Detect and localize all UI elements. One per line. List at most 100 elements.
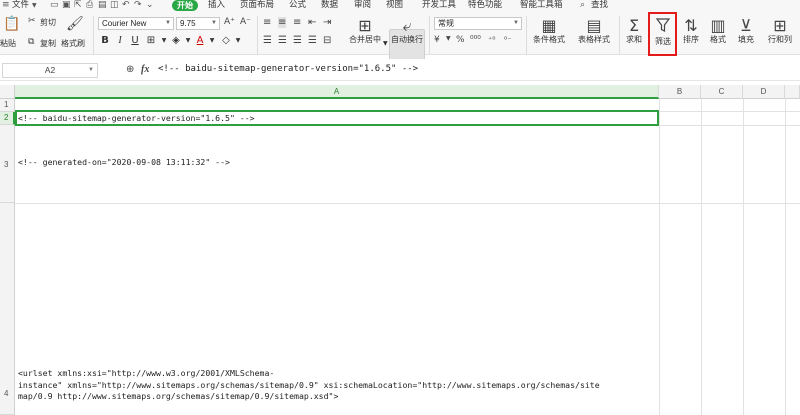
copy-icon[interactable]: ⧉ bbox=[28, 37, 34, 47]
column-header-c[interactable]: C bbox=[701, 85, 743, 99]
new-file-icon[interactable]: ▭ bbox=[50, 0, 59, 11]
tab-page-layout[interactable]: 页面布局 bbox=[240, 0, 274, 11]
chevron-down-icon[interactable]: ▼ bbox=[206, 35, 218, 47]
number-format-select[interactable]: 常规 ▼ bbox=[434, 17, 522, 30]
export-icon[interactable]: ⇱ bbox=[74, 0, 82, 11]
paste-icon[interactable]: 📋 bbox=[3, 16, 20, 32]
row-header-1[interactable]: 1 bbox=[0, 99, 15, 112]
chevron-down-icon[interactable]: ▼ bbox=[32, 0, 37, 11]
tab-smart-tools[interactable]: 智能工具箱 bbox=[520, 0, 563, 11]
tab-view[interactable]: 视图 bbox=[386, 0, 403, 11]
sort-label: 排序 bbox=[683, 35, 699, 44]
align-top-icon[interactable]: ≡ bbox=[263, 17, 271, 28]
divider bbox=[429, 16, 430, 54]
cell-a3[interactable]: <!-- generated-on="2020-09-08 13:11:32" … bbox=[18, 157, 230, 169]
row-col-icon: ⊞ bbox=[773, 16, 787, 35]
divider bbox=[619, 16, 620, 54]
tab-data[interactable]: 数据 bbox=[321, 0, 338, 11]
preview-icon[interactable]: ▤ bbox=[98, 0, 107, 11]
cell-a4[interactable]: <urlset xmlns:xsi="http://www.w3.org/200… bbox=[18, 368, 600, 403]
tab-special[interactable]: 特色功能 bbox=[468, 0, 502, 11]
sum-button[interactable]: Σ 求和 bbox=[622, 17, 646, 45]
column-header-b[interactable]: B bbox=[659, 85, 701, 99]
increase-decimal-icon[interactable]: ⁺⁰ bbox=[488, 35, 495, 44]
column-header-a[interactable]: A bbox=[15, 85, 659, 99]
chevron-down-icon: ▼ bbox=[211, 20, 217, 26]
tab-review[interactable]: 审阅 bbox=[354, 0, 371, 11]
italic-icon[interactable]: I bbox=[114, 35, 126, 47]
column-header-e[interactable] bbox=[785, 85, 800, 99]
chevron-down-icon[interactable]: ▼ bbox=[182, 35, 194, 47]
search-label[interactable]: 查找 bbox=[591, 0, 608, 11]
select-all-corner[interactable] bbox=[0, 85, 15, 99]
tab-developer[interactable]: 开发工具 bbox=[422, 0, 456, 11]
cut-button[interactable]: 剪切 bbox=[40, 18, 56, 28]
tab-formulas[interactable]: 公式 bbox=[289, 0, 306, 11]
fx-icon[interactable]: fx bbox=[141, 63, 149, 76]
column-header-d[interactable]: D bbox=[743, 85, 785, 99]
justify-icon[interactable]: ☰ bbox=[308, 35, 317, 46]
chevron-down-icon[interactable]: ▼ bbox=[158, 35, 170, 47]
indent-decrease-icon[interactable]: ⇤ bbox=[308, 17, 316, 28]
align-right-icon[interactable]: ☰ bbox=[293, 35, 302, 46]
percent-icon[interactable]: % bbox=[456, 35, 465, 45]
print-icon[interactable]: ⎙ bbox=[86, 0, 93, 11]
font-name-select[interactable]: Courier New ▼ bbox=[98, 17, 174, 30]
row-header-4[interactable]: 4 bbox=[0, 203, 15, 415]
sort-button[interactable]: ⇅ 排序 bbox=[679, 17, 703, 45]
row-header-3[interactable]: 3 bbox=[0, 125, 15, 203]
font-color-icon[interactable]: A bbox=[194, 35, 206, 47]
align-middle-icon[interactable]: ≡ bbox=[278, 17, 287, 28]
spellcheck-icon[interactable]: ◫ bbox=[110, 0, 119, 11]
menu-file[interactable]: 文件 bbox=[12, 0, 29, 11]
format-painter-button[interactable]: 格式刷 bbox=[61, 39, 85, 49]
merge-center-button[interactable]: ⊞ 合并居中 bbox=[345, 17, 385, 45]
format-button[interactable]: ▥ 格式 bbox=[705, 17, 731, 45]
scissors-icon[interactable]: ✂ bbox=[28, 16, 36, 26]
fill-color-icon[interactable]: ◈ bbox=[170, 35, 182, 47]
underline-icon[interactable]: U bbox=[129, 35, 141, 47]
fill-button[interactable]: ⊻ 填充 bbox=[733, 17, 759, 45]
clear-icon[interactable]: ◇ bbox=[220, 35, 232, 47]
border-icon[interactable]: ⊞ bbox=[145, 35, 157, 47]
name-box[interactable]: A2 ▼ bbox=[2, 63, 98, 78]
sort-icon: ⇅ bbox=[684, 16, 698, 35]
chevron-down-icon: ▼ bbox=[88, 67, 94, 73]
undo-icon[interactable]: ↶ bbox=[122, 0, 130, 11]
font-grow-icon[interactable]: A⁺ bbox=[224, 17, 235, 27]
align-center-icon[interactable]: ☰ bbox=[278, 35, 287, 46]
chevron-down-icon[interactable]: ▼ bbox=[446, 35, 451, 42]
row-header-2[interactable]: 2 bbox=[0, 112, 15, 125]
save-icon[interactable]: ▣ bbox=[62, 0, 71, 11]
conditional-format-button[interactable]: ▦ 条件格式 bbox=[528, 17, 570, 45]
formula-input[interactable]: <!-- baidu-sitemap-generator-version="1.… bbox=[158, 63, 418, 76]
align-left-icon[interactable]: ☰ bbox=[263, 35, 272, 46]
align-bottom-icon[interactable]: ≡ bbox=[293, 17, 301, 28]
paste-button[interactable]: 粘贴 bbox=[0, 39, 16, 49]
currency-icon[interactable]: ¥ bbox=[434, 35, 440, 45]
row-col-button[interactable]: ⊞ 行和列 bbox=[762, 17, 798, 45]
copy-button[interactable]: 复制 bbox=[40, 39, 56, 49]
table-style-button[interactable]: ▤ 表格样式 bbox=[572, 17, 616, 45]
chevron-down-icon[interactable]: ▼ bbox=[383, 39, 388, 49]
indent-increase-icon[interactable]: ⇥ bbox=[323, 17, 331, 28]
chevron-down-icon[interactable]: ▼ bbox=[232, 35, 244, 47]
font-size-select[interactable]: 9.75 ▼ bbox=[176, 17, 220, 30]
tab-start[interactable]: 开始 bbox=[172, 0, 198, 11]
decrease-decimal-icon[interactable]: ⁰⁻ bbox=[504, 35, 511, 44]
zoom-search-icon[interactable]: ⊕ bbox=[126, 63, 134, 76]
distribute-icon[interactable]: ⊟ bbox=[323, 35, 331, 46]
cell-a2[interactable]: <!-- baidu-sitemap-generator-version="1.… bbox=[18, 113, 255, 125]
tab-insert[interactable]: 插入 bbox=[208, 0, 225, 11]
bold-icon[interactable]: B bbox=[99, 35, 111, 47]
menu-icon[interactable]: ≡ bbox=[2, 0, 10, 11]
search-icon[interactable]: ⌕ bbox=[580, 0, 585, 11]
gridline bbox=[659, 99, 660, 415]
font-shrink-icon[interactable]: A⁻ bbox=[240, 17, 251, 27]
format-painter-icon[interactable]: 🖌 bbox=[66, 16, 84, 32]
redo-icon[interactable]: ↷ bbox=[134, 0, 142, 11]
thousands-icon[interactable]: ⁰⁰⁰ bbox=[470, 35, 481, 45]
more-icon[interactable]: ⌄ bbox=[146, 0, 154, 11]
wrap-text-content[interactable]: ⤶ 自动换行 bbox=[389, 17, 425, 45]
gridline bbox=[15, 203, 800, 204]
